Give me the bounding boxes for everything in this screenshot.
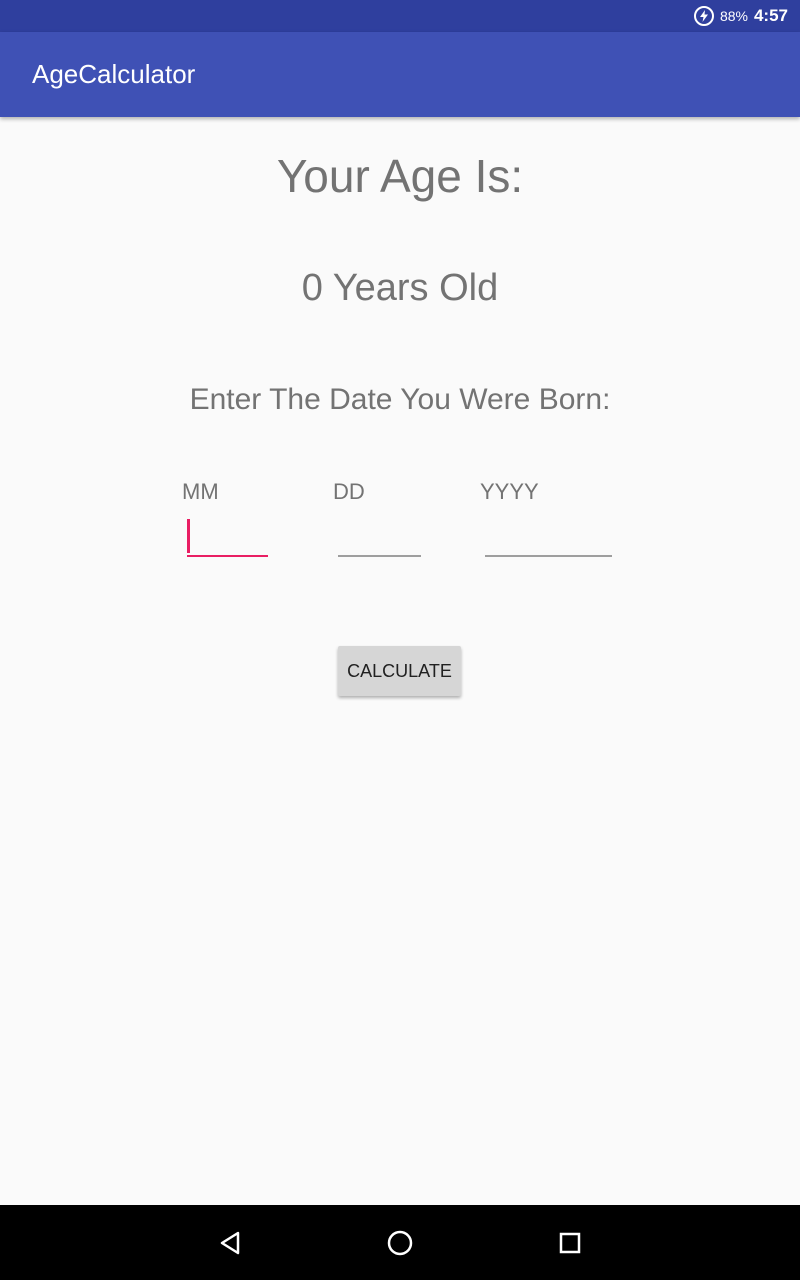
day-label: DD <box>333 479 365 504</box>
recents-button[interactable] <box>530 1205 610 1280</box>
home-button[interactable] <box>360 1205 440 1280</box>
text-cursor <box>187 517 190 555</box>
main-content: Your Age Is: 0 Years Old Enter The Date … <box>0 117 800 1205</box>
battery-percentage: 88% <box>719 8 748 24</box>
app-bar: AgeCalculator <box>0 32 800 117</box>
month-input[interactable] <box>187 517 268 557</box>
app-title: AgeCalculator <box>32 59 196 89</box>
back-button[interactable] <box>190 1205 270 1280</box>
home-circle-icon <box>387 1230 413 1255</box>
age-heading: Your Age Is: <box>276 150 524 202</box>
lightning-bolt-icon <box>699 10 708 22</box>
calculate-button[interactable]: CALCULATE <box>338 646 461 696</box>
recents-square-icon <box>559 1232 581 1253</box>
month-label: MM <box>182 479 219 504</box>
birth-date-prompt: Enter The Date You Were Born: <box>189 383 611 416</box>
year-label: YYYY <box>480 479 539 504</box>
navigation-bar <box>0 1205 800 1280</box>
status-clock: 4:57 <box>753 6 788 25</box>
back-triangle-icon <box>220 1231 240 1254</box>
status-indicators: 88% 4:57 <box>693 0 788 32</box>
year-input[interactable] <box>485 517 612 557</box>
battery-charging-icon <box>693 6 714 26</box>
age-result-text: 0 Years Old <box>301 267 499 309</box>
status-bar: 88% 4:57 <box>0 0 800 32</box>
day-input[interactable] <box>338 517 421 557</box>
